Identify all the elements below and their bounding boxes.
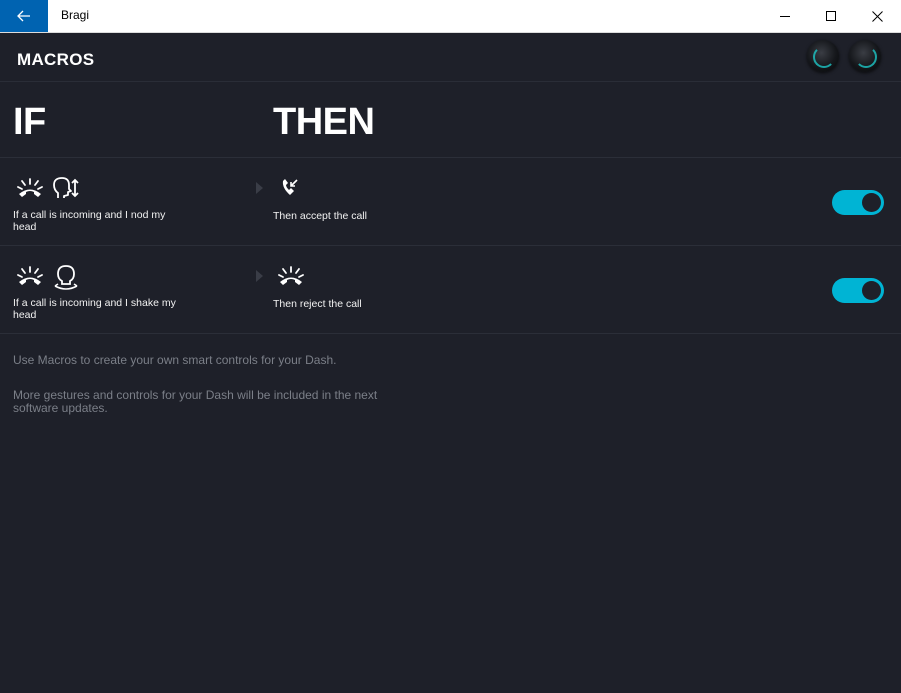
toggle-knob <box>862 281 881 300</box>
then-heading: THEN <box>273 101 375 143</box>
incoming-call-icon <box>16 264 44 288</box>
reject-call-icon <box>277 264 305 288</box>
incoming-call-icon <box>16 176 44 200</box>
macro-toggle[interactable] <box>832 278 884 303</box>
info-text: Use Macros to create your own smart cont… <box>13 353 337 367</box>
maximize-icon <box>825 10 836 21</box>
info-text: More gestures and controls for your Dash… <box>13 388 378 415</box>
back-button[interactable] <box>0 0 48 32</box>
minimize-button[interactable] <box>762 0 808 32</box>
condition-text: If a call is incoming and I nod my head <box>13 209 166 233</box>
macro-toggle[interactable] <box>832 190 884 215</box>
app-title: Bragi <box>61 8 90 22</box>
divider <box>0 333 901 334</box>
head-shake-icon <box>53 263 79 291</box>
earbud-right-icon[interactable] <box>849 40 881 72</box>
page-title: MACROS <box>17 50 95 69</box>
then-arrow-icon <box>256 270 263 282</box>
close-icon <box>871 10 883 22</box>
earbud-left-icon[interactable] <box>807 40 839 72</box>
macro-row: If a call is incoming and I shake my hea… <box>0 246 901 333</box>
accept-call-icon <box>280 178 300 198</box>
maximize-button[interactable] <box>808 0 854 32</box>
title-bar: Bragi <box>0 0 901 33</box>
action-text: Then accept the call <box>273 210 367 222</box>
page-header: MACROS <box>0 33 901 82</box>
minimize-icon <box>779 15 790 17</box>
action-text: Then reject the call <box>273 298 362 310</box>
head-nod-icon <box>51 175 81 201</box>
then-arrow-icon <box>256 182 263 194</box>
arrow-left-icon <box>17 10 30 22</box>
condition-text: If a call is incoming and I shake my hea… <box>13 297 176 321</box>
close-button[interactable] <box>854 0 900 32</box>
macro-row: If a call is incoming and I nod my head … <box>0 158 901 245</box>
toggle-knob <box>862 193 881 212</box>
if-heading: IF <box>13 101 46 143</box>
